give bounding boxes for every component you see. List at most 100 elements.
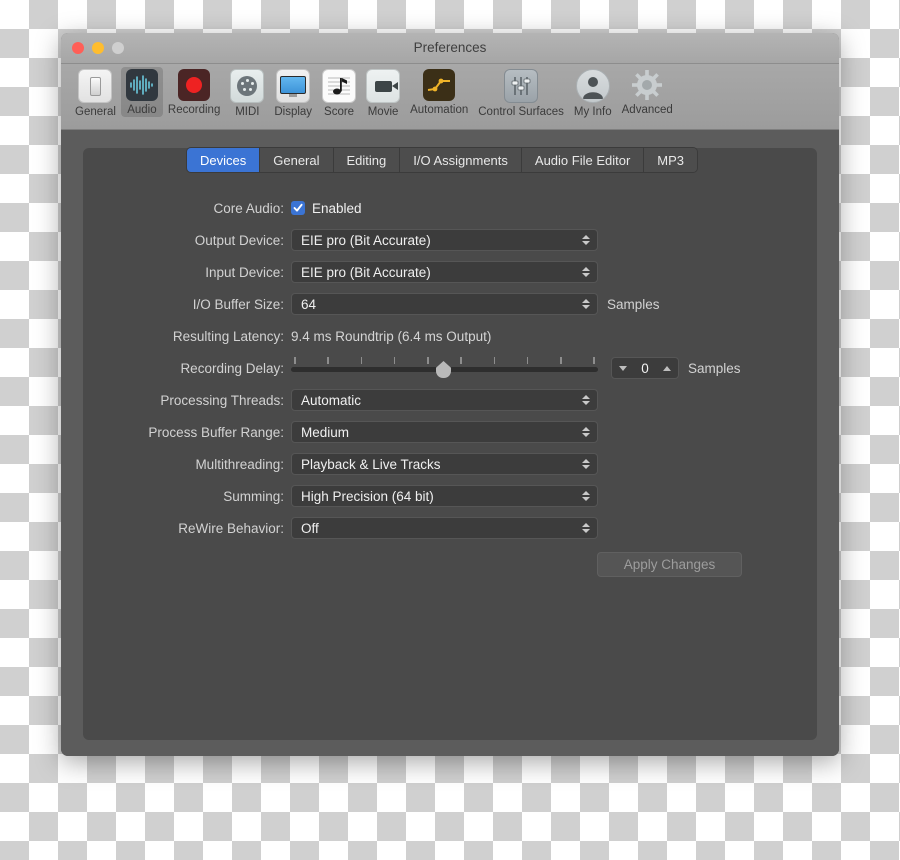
- io-buffer-size-select[interactable]: 64: [291, 293, 598, 315]
- midi-din-icon: [230, 69, 265, 103]
- faders-icon: [504, 69, 539, 103]
- row-resulting-latency: Resulting Latency: 9.4 ms Roundtrip (6.4…: [83, 320, 817, 352]
- rewire-behavior-value: Off: [301, 520, 319, 536]
- toolbar-item-movie[interactable]: Movie: [361, 67, 405, 119]
- tab-io-assignments-label: I/O Assignments: [413, 152, 508, 168]
- row-io-buffer-size: I/O Buffer Size: 64 Samples: [83, 288, 817, 320]
- audio-waveform-icon: [125, 69, 158, 101]
- tab-audio-file-editor-label: Audio File Editor: [534, 152, 631, 168]
- row-process-buffer-range: Process Buffer Range: Medium: [83, 416, 817, 448]
- chevron-updown-icon: [582, 422, 590, 442]
- processing-threads-value: Automatic: [301, 392, 362, 408]
- tab-general[interactable]: General: [260, 148, 334, 172]
- toolbar-item-general[interactable]: General: [70, 67, 121, 119]
- row-summing: Summing: High Precision (64 bit): [83, 480, 817, 512]
- label-core-audio: Core Audio:: [213, 200, 284, 216]
- label-recording-delay: Recording Delay:: [180, 360, 284, 376]
- devices-form: Core Audio: Enabled Output Device: EIE p…: [83, 192, 817, 544]
- recording-delay-value: 0: [641, 360, 649, 376]
- label-input-device: Input Device:: [205, 264, 284, 280]
- recording-delay-suffix: Samples: [688, 360, 741, 376]
- toolbar-item-audio[interactable]: Audio: [120, 67, 163, 117]
- chevron-up-icon[interactable]: [662, 365, 671, 371]
- toolbar-label-general: General: [75, 106, 116, 118]
- display-monitor-icon: [276, 69, 311, 103]
- label-summing: Summing:: [223, 488, 284, 504]
- tab-general-label: General: [273, 152, 320, 168]
- label-output-device: Output Device:: [194, 232, 284, 248]
- process-buffer-range-select[interactable]: Medium: [291, 421, 598, 443]
- label-multithreading: Multithreading:: [195, 456, 284, 472]
- devices-panel: Devices General Editing I/O Assignments …: [83, 148, 817, 740]
- process-buffer-range-value: Medium: [301, 424, 350, 440]
- toolbar-label-advanced: Advanced: [621, 104, 673, 116]
- apply-changes-label: Apply Changes: [623, 557, 716, 572]
- tab-mp3[interactable]: MP3: [644, 148, 698, 172]
- person-icon: [575, 69, 610, 103]
- toolbar-item-midi[interactable]: MIDI: [225, 67, 269, 119]
- checkbox-box: [291, 201, 305, 215]
- toolbar-item-display[interactable]: Display: [269, 67, 317, 119]
- recording-delay-slider[interactable]: [291, 356, 598, 380]
- toolbar-label-automation: Automation: [410, 104, 469, 116]
- tab-devices[interactable]: Devices: [187, 148, 261, 172]
- toolbar-item-automation[interactable]: Automation: [405, 67, 473, 117]
- toolbar-label-my-info: My Info: [573, 106, 612, 118]
- row-recording-delay: Recording Delay: 0 Samples: [83, 352, 817, 384]
- chevron-updown-icon: [582, 294, 590, 314]
- toolbar-item-recording[interactable]: Recording: [163, 67, 225, 117]
- window-body: Devices General Editing I/O Assignments …: [61, 130, 839, 756]
- chevron-updown-icon: [582, 390, 590, 410]
- record-dot-icon: [178, 69, 211, 101]
- toolbar-label-display: Display: [274, 106, 313, 118]
- toolbar-item-control-surfaces[interactable]: Control Surfaces: [473, 67, 569, 119]
- output-device-select[interactable]: EIE pro (Bit Accurate): [291, 229, 598, 251]
- toolbar-label-control-surfaces: Control Surfaces: [478, 106, 564, 118]
- automation-curve-icon: [423, 69, 456, 101]
- preferences-window: Preferences General Audio Recording MIDI…: [61, 33, 839, 756]
- tab-io-assignments[interactable]: I/O Assignments: [400, 148, 522, 172]
- multithreading-value: Playback & Live Tracks: [301, 456, 441, 472]
- chevron-updown-icon: [582, 518, 590, 538]
- toolbar-item-my-info[interactable]: My Info: [569, 67, 617, 119]
- core-audio-checkbox[interactable]: Enabled: [291, 201, 362, 216]
- tab-editing[interactable]: Editing: [333, 148, 401, 172]
- multithreading-select[interactable]: Playback & Live Tracks: [291, 453, 598, 475]
- toolbar-item-score[interactable]: Score: [317, 67, 361, 119]
- chevron-down-icon[interactable]: [619, 365, 627, 371]
- chevron-updown-icon: [582, 486, 590, 506]
- preferences-tab-bar: Devices General Editing I/O Assignments …: [187, 148, 698, 172]
- row-rewire-behavior: ReWire Behavior: Off: [83, 512, 817, 544]
- recording-delay-stepper[interactable]: 0: [611, 357, 679, 379]
- toolbar-label-audio: Audio: [127, 104, 157, 116]
- rewire-behavior-select[interactable]: Off: [291, 517, 598, 539]
- input-device-select[interactable]: EIE pro (Bit Accurate): [291, 261, 598, 283]
- row-processing-threads: Processing Threads: Automatic: [83, 384, 817, 416]
- tab-devices-label: Devices: [200, 152, 247, 168]
- row-input-device: Input Device: EIE pro (Bit Accurate): [83, 256, 817, 288]
- summing-select[interactable]: High Precision (64 bit): [291, 485, 598, 507]
- window-title: Preferences: [413, 40, 487, 55]
- chevron-updown-icon: [582, 454, 590, 474]
- label-resulting-latency: Resulting Latency:: [172, 328, 284, 344]
- window-titlebar: Preferences: [61, 33, 839, 64]
- toolbar-label-score: Score: [324, 106, 355, 118]
- io-buffer-size-value: 64: [301, 296, 317, 312]
- preferences-toolbar: General Audio Recording MIDI Display Sco…: [61, 64, 839, 130]
- tab-audio-file-editor[interactable]: Audio File Editor: [521, 148, 645, 172]
- input-device-value: EIE pro (Bit Accurate): [301, 264, 431, 280]
- tab-mp3-label: MP3: [657, 152, 685, 168]
- movie-camera-icon: [366, 69, 401, 103]
- output-device-value: EIE pro (Bit Accurate): [301, 232, 431, 248]
- row-output-device: Output Device: EIE pro (Bit Accurate): [83, 224, 817, 256]
- general-switch-icon: [78, 69, 113, 103]
- label-io-buffer-size: I/O Buffer Size:: [192, 296, 284, 312]
- toolbar-item-advanced[interactable]: Advanced: [617, 67, 678, 117]
- toolbar-label-movie: Movie: [367, 106, 399, 118]
- apply-changes-button[interactable]: Apply Changes: [597, 552, 742, 577]
- chevron-updown-icon: [582, 230, 590, 250]
- processing-threads-select[interactable]: Automatic: [291, 389, 598, 411]
- resulting-latency-value: 9.4 ms Roundtrip (6.4 ms Output): [291, 328, 492, 344]
- apply-button-container: Apply Changes: [83, 552, 817, 577]
- score-note-icon: [322, 69, 357, 103]
